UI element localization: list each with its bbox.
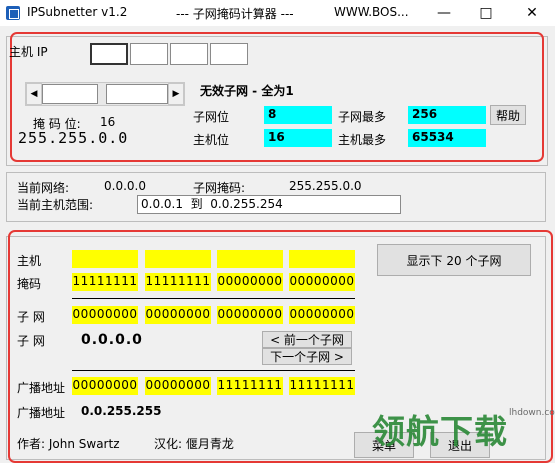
app-icon [6, 6, 20, 20]
title-bar: IPSubnetter v1.2 --- 子网掩码计算器 --- WWW.BOS… [0, 0, 555, 26]
separator-line [72, 370, 355, 371]
max-hosts-label: 主机最多 [338, 133, 387, 147]
scroll-left-icon[interactable]: ◀ [26, 83, 42, 105]
current-mask-value: 255.255.0.0 [289, 179, 362, 193]
help-button[interactable]: 帮助 [490, 105, 526, 125]
scroll-right-icon[interactable]: ▶ [168, 83, 184, 105]
close-icon[interactable]: ✕ [512, 0, 552, 26]
broadcast-octet-1: 00000000 [72, 377, 138, 395]
host-octet-1 [72, 250, 138, 268]
ip-octet-2-input[interactable] [130, 43, 168, 65]
minimize-icon[interactable]: — [424, 0, 464, 26]
ip-octet-1-input[interactable] [90, 43, 128, 65]
mask-octet-3: 00000000 [217, 273, 283, 291]
mask-bits-thumb[interactable] [98, 84, 106, 104]
subnet-status-title: 无效子网 - 全为1 [200, 84, 294, 98]
window-url-text: WWW.BOS... [334, 5, 409, 19]
mask-bits-track-left[interactable] [42, 84, 98, 104]
watermark-logo: 领航下载 [372, 412, 508, 451]
broadcast-decimal-value: 0.0.255.255 [81, 404, 162, 418]
host-range-label: 当前主机范围: [17, 198, 94, 212]
mask-octet-4: 00000000 [289, 273, 355, 291]
subnet-octet-3: 00000000 [217, 306, 283, 324]
subnet-bits-label: 子网位 [193, 110, 230, 124]
host-octet-4 [289, 250, 355, 268]
broadcast-decimal-label: 广播地址 [17, 406, 66, 420]
window-subtitle: --- 子网掩码计算器 --- [176, 7, 294, 21]
current-network-label: 当前网络: [17, 181, 70, 195]
subnet-bits-value: 8 [264, 106, 332, 124]
mask-text: 255.255.0.0 [18, 129, 129, 147]
watermark-url: lhdown.com [509, 408, 555, 418]
maximize-icon[interactable]: □ [466, 0, 506, 26]
current-network-value: 0.0.0.0 [104, 179, 146, 193]
max-hosts-value: 65534 [408, 129, 486, 147]
mask-bits-value: 16 [100, 115, 116, 129]
host-binary-label: 主机 [17, 254, 42, 268]
broadcast-binary-label: 广播地址 [17, 381, 66, 395]
mask-bits-scrollbar[interactable]: ◀ ▶ [25, 82, 185, 106]
ip-octet-3-input[interactable] [170, 43, 208, 65]
mask-binary-label: 掩码 [17, 277, 42, 291]
translation-credit: 汉化: 偃月青龙 [154, 437, 234, 451]
broadcast-octet-2: 00000000 [145, 377, 211, 395]
host-ip-label: 主机 IP [9, 45, 48, 59]
subnet-decimal-value: 0.0.0.0 [81, 332, 143, 348]
subnet-binary-label: 子 网 [17, 310, 45, 324]
window-title: IPSubnetter v1.2 [27, 5, 128, 19]
subnet-octet-4: 00000000 [289, 306, 355, 324]
broadcast-octet-4: 11111111 [289, 377, 355, 395]
broadcast-octet-3: 11111111 [217, 377, 283, 395]
current-mask-label: 子网掩码: [193, 181, 246, 195]
mask-bits-track-right[interactable] [106, 84, 168, 104]
author-credit: 作者: John Swartz [17, 437, 120, 451]
separator-line [72, 298, 355, 299]
host-bits-label: 主机位 [193, 133, 230, 147]
mask-octet-1: 11111111 [72, 273, 138, 291]
subnet-decimal-label: 子 网 [17, 334, 45, 348]
max-subnets-value: 256 [408, 106, 486, 124]
max-subnets-label: 子网最多 [338, 110, 387, 124]
show-next-subnets-button[interactable]: 显示下 20 个子网 [377, 244, 531, 276]
mask-octet-2: 11111111 [145, 273, 211, 291]
host-octet-3 [217, 250, 283, 268]
host-bits-value: 16 [264, 129, 332, 147]
subnet-octet-2: 00000000 [145, 306, 211, 324]
prev-subnet-button[interactable]: < 前一个子网 [262, 331, 352, 348]
next-subnet-button[interactable]: 下一个子网 > [262, 348, 352, 365]
host-octet-2 [145, 250, 211, 268]
host-range-field[interactable]: 0.0.0.1 到 0.0.255.254 [137, 195, 401, 214]
ip-octet-4-input[interactable] [210, 43, 248, 65]
subnet-octet-1: 00000000 [72, 306, 138, 324]
